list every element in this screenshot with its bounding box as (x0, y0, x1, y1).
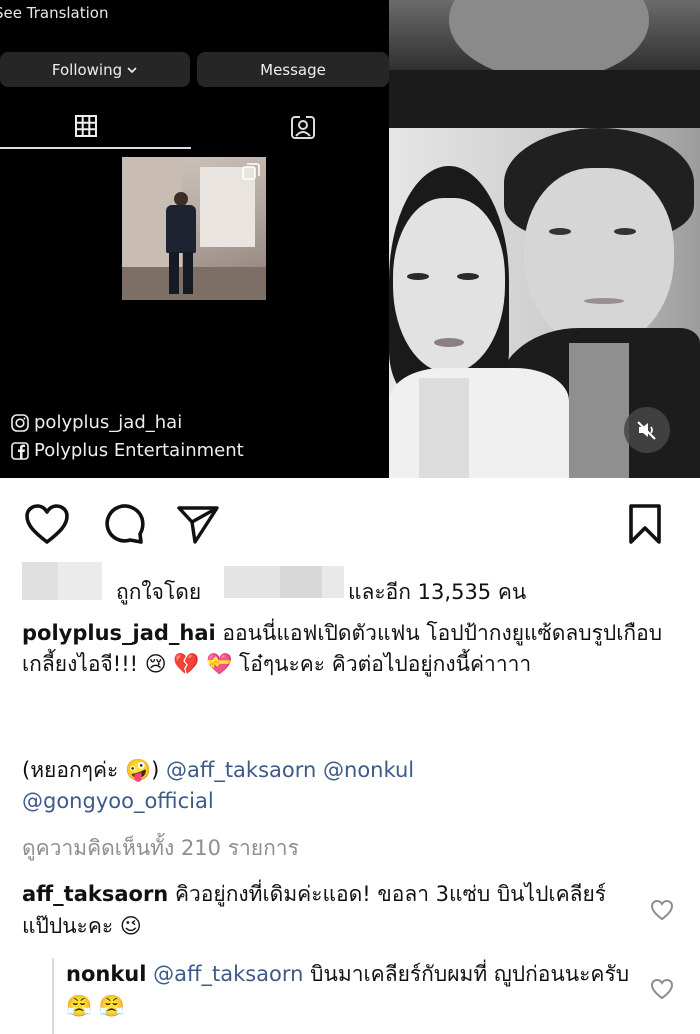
multiple-photos-icon (242, 163, 260, 180)
following-label: Following (51, 60, 123, 79)
reply-text: บินมาเคลียร์กับผมที่ ญูปก่อนนะครับ (303, 962, 630, 986)
mute-button[interactable] (624, 407, 670, 453)
huffing-face-emojis: 😤 😤 (66, 994, 125, 1018)
caption-username[interactable]: polyplus_jad_hai (22, 621, 216, 645)
likes-count: และอีก 13,535 คน (348, 580, 527, 604)
grid-icon (75, 115, 97, 137)
caption-emojis: 😢 💔 💝 (144, 652, 233, 676)
liker-avatar-blur (22, 562, 58, 600)
heart-icon[interactable] (24, 503, 70, 545)
reply-comment: nonkul @aff_taksaorn บินมาเคลียร์กับผมที… (66, 958, 636, 1022)
tagged-icon (291, 115, 315, 139)
caption-joke-prefix: (หยอกๆค่ะ (22, 758, 125, 782)
following-button: Following (0, 52, 190, 87)
zany-face-emoji: 🤪 (124, 758, 152, 782)
reply-mention[interactable]: @aff_taksaorn (153, 962, 303, 986)
caption-mentions: (หยอกๆค่ะ 🤪) @aff_taksaorn @nonkul @gong… (22, 755, 682, 817)
person-figure (174, 192, 188, 206)
instagram-credit-text: polyplus_jad_hai (34, 412, 183, 433)
instagram-icon (11, 413, 29, 432)
share-icon[interactable] (176, 504, 220, 544)
comment-icon[interactable] (102, 502, 146, 546)
mention-nonkul[interactable]: @nonkul (323, 758, 414, 782)
comment: aff_taksaorn คิวอยู่กงที่เดิมค่ะแอด! ขอล… (22, 878, 632, 942)
chevron-down-icon (127, 66, 137, 73)
facebook-icon (11, 441, 29, 460)
facebook-credit: Polyplus Entertainment (10, 440, 244, 461)
profile-tabs (0, 108, 389, 150)
likes-prefix: ถูกใจโดย (116, 580, 202, 604)
liker-name-blur (224, 566, 280, 598)
wink-emoji: 😉 (119, 914, 142, 938)
reply-like-heart-icon[interactable] (650, 978, 674, 1000)
profile-screenshot: See Translation Following Message polypl… (0, 0, 389, 478)
see-translation-link: See Translation (0, 4, 109, 22)
message-button: Message (197, 52, 389, 87)
man-face (524, 168, 674, 348)
mention-aff[interactable]: @aff_taksaorn (166, 758, 316, 782)
active-tab-indicator (0, 147, 191, 149)
comment-like-heart-icon[interactable] (650, 899, 674, 921)
woman-blazer (389, 368, 569, 478)
instagram-credit: polyplus_jad_hai (10, 412, 182, 433)
caption-text-2: โอ๋ๆนะคะ คิวต่อไปอยู่กงนี้ค่าาาา (232, 652, 532, 676)
post-media[interactable]: See Translation Following Message polypl… (0, 0, 700, 478)
liker-avatar-blur (58, 562, 102, 600)
speaker-mute-icon (637, 421, 656, 440)
liker-name-blur (322, 566, 344, 598)
post-caption: polyplus_jad_hai ออนนี่แอฟเปิดตัวแฟน โอป… (22, 618, 682, 680)
bookmark-icon[interactable] (628, 503, 662, 545)
comment-username[interactable]: aff_taksaorn (22, 882, 168, 906)
profile-post-thumbnail (122, 157, 266, 300)
mention-gongyoo[interactable]: @gongyoo_official (22, 789, 214, 813)
photo-top-crop (389, 0, 700, 128)
caption-joke-suffix: ) (151, 758, 166, 782)
view-all-comments-link[interactable]: ดูความคิดเห็นทั้ง 210 รายการ (22, 832, 299, 865)
reply-thread-line (52, 958, 54, 1034)
likes-summary[interactable]: ถูกใจโดย และอีก 13,535 คน (22, 562, 682, 604)
facebook-credit-text: Polyplus Entertainment (34, 440, 244, 461)
reply-username[interactable]: nonkul (66, 962, 146, 986)
message-label: Message (260, 60, 326, 79)
